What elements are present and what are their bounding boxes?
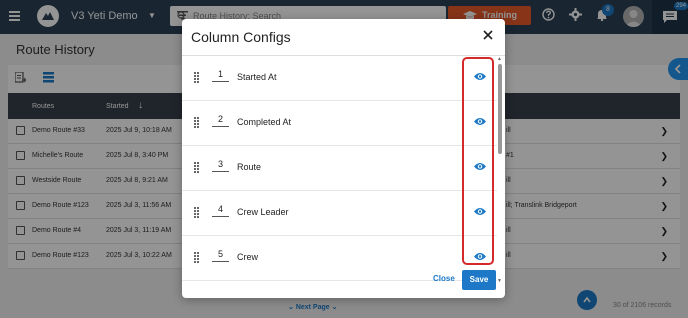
drag-handle-icon[interactable] [194, 162, 200, 174]
visibility-column-highlight [462, 57, 494, 265]
scroll-up-icon[interactable]: ▲ [497, 56, 502, 62]
column-config-item[interactable]: 4 Crew Leader [182, 191, 497, 236]
close-icon[interactable] [483, 30, 493, 40]
column-label: Crew Leader [237, 207, 289, 217]
column-label: Route [237, 162, 262, 172]
column-label: Started At [237, 72, 277, 82]
column-configs-dialog: Column Configs 1 Started At 2 Completed … [182, 19, 505, 298]
column-order-input[interactable]: 4 [212, 204, 229, 217]
scroll-down-icon[interactable]: ▼ [497, 278, 502, 283]
scrollbar[interactable]: ▲ ▼ [497, 56, 503, 283]
column-order-input[interactable]: 1 [212, 69, 229, 82]
scrollbar-thumb[interactable] [498, 64, 502, 154]
column-label: Crew [237, 252, 259, 262]
save-button[interactable]: Save [462, 270, 496, 290]
column-order-input[interactable]: 2 [212, 114, 229, 127]
dialog-title: Column Configs [191, 29, 291, 45]
column-config-item[interactable]: 1 Started At [182, 56, 497, 101]
drag-handle-icon[interactable] [194, 117, 200, 129]
drag-handle-icon[interactable] [194, 72, 200, 84]
drag-handle-icon[interactable] [194, 207, 200, 219]
column-label: Completed At [237, 117, 292, 127]
column-config-item[interactable]: 2 Completed At [182, 101, 497, 146]
close-button[interactable]: Close [433, 274, 455, 283]
column-config-list: 1 Started At 2 Completed At 3 Route 4 Cr… [182, 55, 505, 283]
drag-handle-icon[interactable] [194, 252, 200, 264]
column-config-item[interactable]: 3 Route [182, 146, 497, 191]
column-order-input[interactable]: 5 [212, 249, 229, 262]
column-order-input[interactable]: 3 [212, 159, 229, 172]
